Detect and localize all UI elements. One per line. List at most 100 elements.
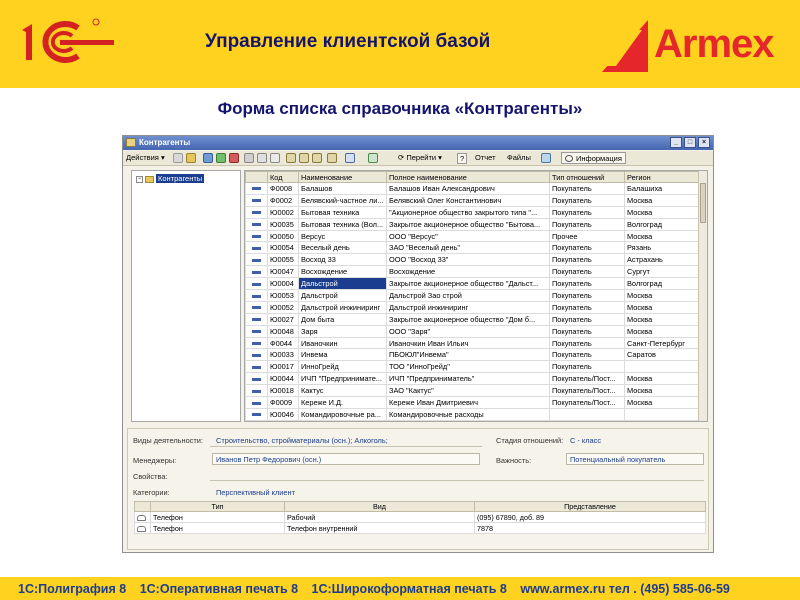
list-item[interactable]: Телефон Рабочий (095) 67890, доб. 89 — [134, 511, 706, 523]
grid-cell-code[interactable]: Ю0053 — [267, 289, 299, 302]
grid-cell-full-name[interactable]: ПБОЮЛ"Инвема" — [386, 348, 550, 362]
table-row[interactable]: Ю0047 Восхождение Восхождение Покупатель Сур… — [245, 265, 700, 279]
phones-header-kind[interactable]: Вид — [284, 501, 475, 512]
grid-cell-full-name[interactable]: Командировочные расходы — [386, 407, 550, 421]
grid-cell-name[interactable]: Бытовая техника — [298, 205, 387, 219]
grid-cell-relation-type[interactable]: Покупатель — [549, 348, 625, 362]
grid-cell-relation-type[interactable]: Покупатель — [549, 277, 625, 291]
grid-cell-full-name[interactable]: Закрытое акционерное общество "Дальст... — [386, 277, 550, 291]
phone-type[interactable]: Телефон — [150, 511, 285, 523]
table-row[interactable]: Ю0035 Бытовая техника (Вол... Закрытое акц… — [245, 217, 700, 231]
grid-cell-full-name[interactable]: Иваночкин Иван Ильич — [386, 336, 550, 350]
phone-repr[interactable]: (095) 67890, доб. 89 — [474, 511, 706, 523]
grid-cell-code[interactable]: Ю0033 — [267, 348, 299, 362]
tree-item-root[interactable]: − Контрагенты — [136, 174, 205, 183]
grid-cell-full-name[interactable]: Дальстрой инжиниринг — [386, 300, 550, 314]
grid-cell-code[interactable]: Ю0044 — [267, 372, 299, 386]
grid-cell-region[interactable]: Балашиха — [624, 182, 700, 195]
grid-cell-full-name[interactable]: ООО "Заря" — [386, 324, 550, 338]
grid-cell-full-name[interactable]: ЗАО "Кактус" — [386, 384, 550, 398]
grid-cell-full-name[interactable]: Кереже Иван Дмитриевич — [386, 396, 550, 409]
grid-cell-region[interactable]: Москва — [624, 324, 700, 338]
grid-cell-code[interactable]: Ю0046 — [267, 407, 299, 421]
grid-cell-full-name[interactable]: Закрытое акционерное общество "Дом б... — [386, 312, 550, 326]
info-button[interactable]: Информация — [561, 152, 626, 164]
table-row[interactable]: Ю0004 Дальстрой Закрытое акционерное общес… — [245, 277, 700, 291]
grid-cell-name[interactable]: Веселый день — [298, 241, 387, 255]
grid-cell-name[interactable]: Версус — [298, 229, 387, 243]
grid-cell-relation-type[interactable]: Покупатель — [549, 193, 625, 207]
grid-cell-relation-type[interactable]: Покупатель — [549, 265, 625, 279]
list-mode-icon[interactable] — [270, 153, 280, 163]
grid-cell-relation-type[interactable]: Прочее — [549, 229, 625, 243]
grid-cell-region[interactable]: Москва — [624, 396, 700, 409]
grid-cell-region[interactable]: Москва — [624, 312, 700, 326]
grid-cell-code[interactable]: Ф0009 — [267, 396, 299, 409]
add-icon[interactable] — [173, 153, 183, 163]
phone-type[interactable]: Телефон — [150, 522, 285, 534]
filter-value-icon[interactable] — [299, 153, 309, 163]
grid-cell-region[interactable] — [624, 407, 700, 421]
grid-cell-region[interactable]: Сургут — [624, 265, 700, 279]
grid-header-full-name[interactable]: Полное наименование — [386, 171, 550, 183]
phone-repr[interactable]: 7878 — [474, 522, 706, 534]
grid-cell-relation-type[interactable]: Покупатель — [549, 205, 625, 219]
help-button[interactable]: ? — [457, 153, 468, 164]
grid-cell-name[interactable]: Белявский-частное ли... — [298, 193, 387, 207]
table-row[interactable]: Ю0055 Восход 33 ООО "Восход 33" Покупатель А… — [245, 253, 700, 267]
table-row[interactable]: Ю0054 Веселый день ЗАО "Веселый день" Покуп… — [245, 241, 700, 255]
grid-cell-name[interactable]: Восхождение — [298, 265, 387, 279]
contractors-grid[interactable]: Код Наименование Полное наименование Тип… — [244, 170, 708, 422]
grid-cell-code[interactable]: Ю0004 — [267, 277, 299, 291]
grid-cell-relation-type[interactable]: Покупатель — [549, 336, 625, 350]
grid-cell-relation-type[interactable]: Покупатель — [549, 253, 625, 267]
phone-kind[interactable]: Телефон внутренний — [284, 522, 475, 534]
hierarchy-icon[interactable] — [244, 153, 254, 163]
window-titlebar[interactable]: Контрагенты _ □ × — [123, 136, 713, 150]
refresh-icon[interactable] — [345, 153, 355, 163]
list-item[interactable]: Телефон Телефон внутренний 7878 — [134, 522, 706, 534]
table-row[interactable]: Ю0050 Версус ООО "Версус" Прочее Москва — [245, 229, 700, 243]
grid-cell-name[interactable]: Дальстрой — [298, 289, 387, 302]
table-row[interactable]: Ю0046 Командировочные ра... Командировочны… — [245, 407, 700, 421]
grid-cell-full-name[interactable]: Белявский Олег Константинович — [386, 193, 550, 207]
phones-header-type[interactable]: Тип — [150, 501, 285, 512]
grid-cell-relation-type[interactable]: Покупатель — [549, 217, 625, 231]
grid-cell-full-name[interactable]: ИЧП "Предприниматель" — [386, 372, 550, 386]
phones-header-repr[interactable]: Представление — [474, 501, 706, 512]
grid-cell-relation-type[interactable] — [549, 407, 625, 421]
grid-cell-full-name[interactable]: Балашов Иван Александрович — [386, 182, 550, 195]
grid-cell-name[interactable]: Бытовая техника (Вол... — [298, 217, 387, 231]
grid-cell-code[interactable]: Ю0050 — [267, 229, 299, 243]
table-row[interactable]: Ю0053 Дальстрой Дальстрой Зао строй Покупат… — [245, 289, 700, 302]
grid-cell-code[interactable]: Ф0044 — [267, 336, 299, 350]
grid-cell-name[interactable]: Заря — [298, 324, 387, 338]
add-folder-icon[interactable] — [186, 153, 196, 163]
grid-cell-region[interactable]: Волгоград — [624, 277, 700, 291]
phone-kind[interactable]: Рабочий — [284, 511, 475, 523]
table-row[interactable]: Ю0027 Дом быта Закрытое акционерное общест… — [245, 312, 700, 326]
grid-cell-name[interactable]: Кактус — [298, 384, 387, 398]
table-row[interactable]: Ю0002 Бытовая техника "Акционерное обществ… — [245, 205, 700, 219]
table-row[interactable]: Ф0009 Кереже И.Д. Кереже Иван Дмитриевич По… — [245, 396, 700, 409]
grid-cell-region[interactable]: Москва — [624, 205, 700, 219]
table-row[interactable]: Ю0048 Заря ООО "Заря" Покупатель Москва — [245, 324, 700, 338]
grid-cell-name[interactable]: Дальстрой инжиниринг — [298, 300, 387, 314]
grid-cell-full-name[interactable]: ЗАО "Веселый день" — [386, 241, 550, 255]
table-row[interactable]: Ю0018 Кактус ЗАО "Кактус" Покупатель/Пост..… — [245, 384, 700, 398]
categories-value[interactable]: Перспективный клиент — [216, 488, 295, 497]
minimize-button[interactable]: _ — [670, 137, 682, 148]
grid-header-relation-type[interactable]: Тип отношений — [549, 171, 625, 183]
sort-icon[interactable] — [327, 153, 337, 163]
grid-cell-region[interactable]: Москва — [624, 372, 700, 386]
grid-cell-region[interactable]: Москва — [624, 289, 700, 302]
edit-icon[interactable] — [216, 153, 226, 163]
table-row[interactable]: Ю0044 ИЧП "Предпринимате... ИЧП "Предприни… — [245, 372, 700, 386]
grid-header-code[interactable]: Код — [267, 171, 299, 183]
grid-cell-code[interactable]: Ю0047 — [267, 265, 299, 279]
grid-cell-relation-type[interactable]: Покупатель/Пост... — [549, 396, 625, 409]
grid-cell-region[interactable]: Москва — [624, 384, 700, 398]
table-row[interactable]: Ю0052 Дальстрой инжиниринг Дальстрой инжин… — [245, 300, 700, 314]
files-button[interactable]: Файлы — [507, 153, 531, 162]
importance-field[interactable]: Потенциальный покупатель — [566, 453, 704, 465]
